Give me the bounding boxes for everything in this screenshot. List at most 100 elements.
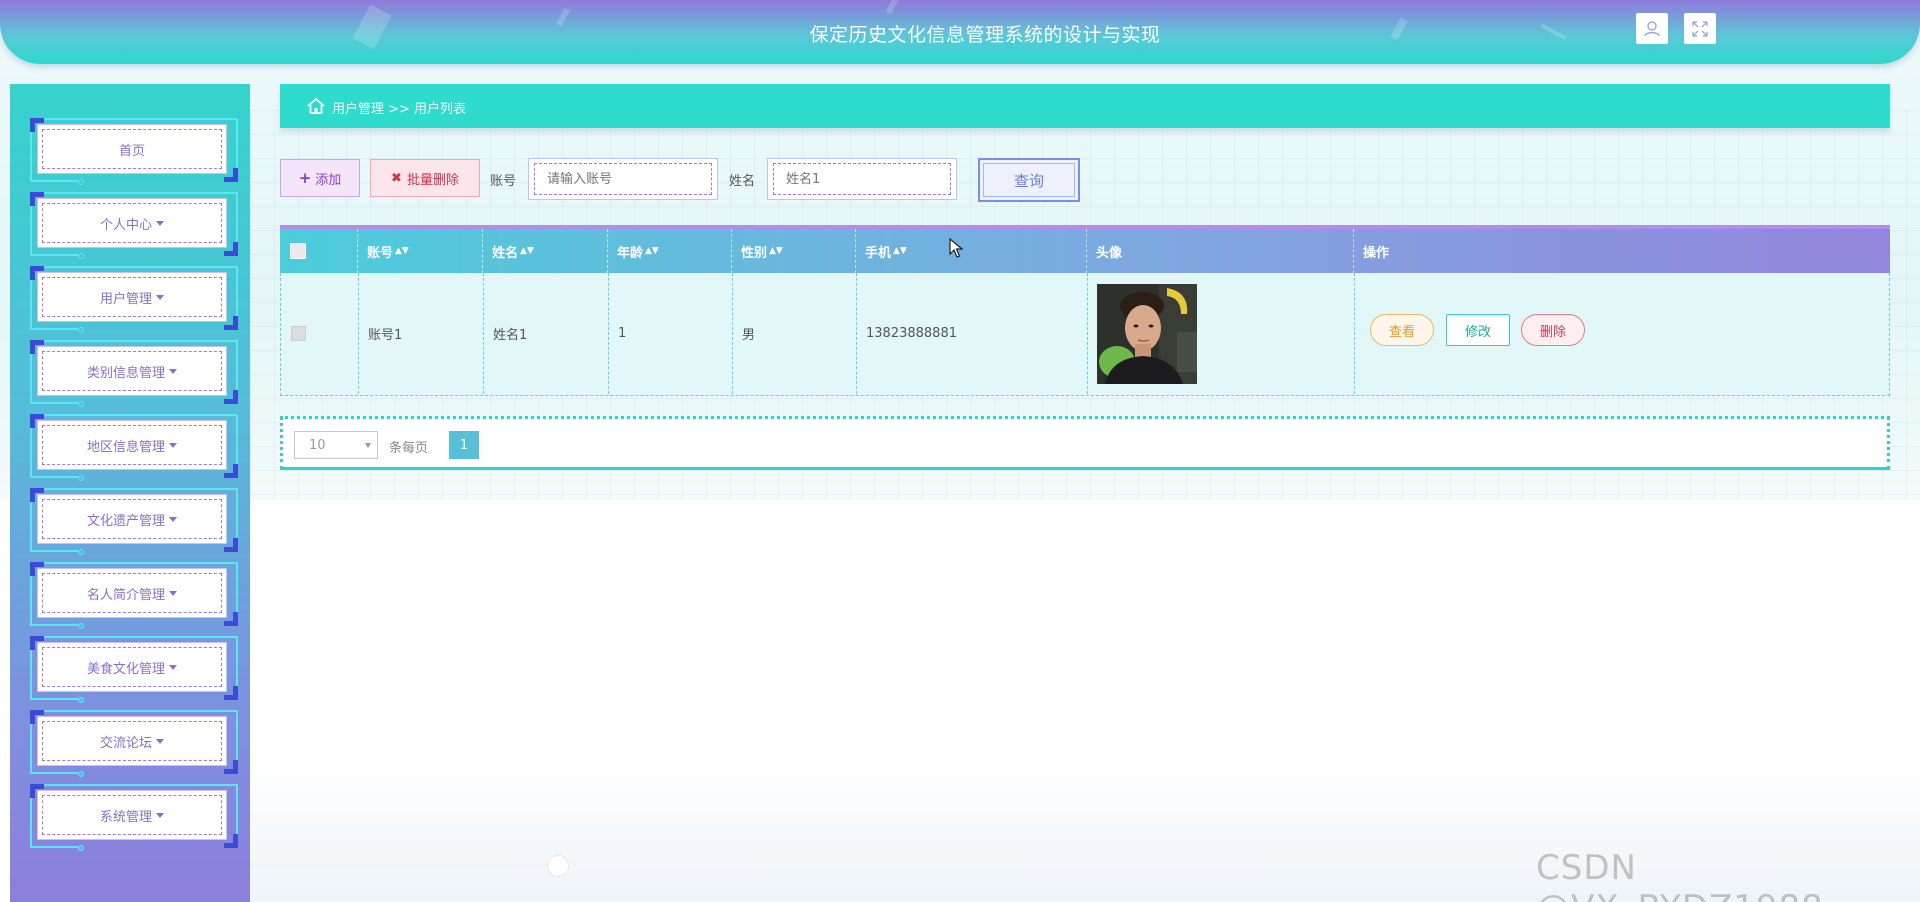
- sidebar-item-label: 用户管理: [99, 291, 152, 307]
- scroll-track[interactable]: [250, 864, 560, 867]
- header-bar: 保定历史文化信息管理系统的设计与实现: [0, 0, 1920, 64]
- caret-down-icon: [169, 368, 177, 374]
- sort-icon: ▲▼: [769, 246, 783, 256]
- name-field: [767, 158, 957, 200]
- sidebar-item-label: 交流论坛: [99, 735, 152, 751]
- cell-gender: 男: [733, 273, 857, 394]
- user-button[interactable]: [1636, 13, 1668, 44]
- batch-delete-button[interactable]: ✖ 批量删除: [370, 159, 480, 197]
- column-name-label: 姓名: [492, 245, 519, 261]
- sidebar-item-system[interactable]: 系统管理: [30, 784, 238, 851]
- sidebar-item-user-management[interactable]: 用户管理: [30, 266, 238, 333]
- close-icon: ✖: [391, 170, 402, 186]
- column-account-label: 账号: [367, 245, 394, 261]
- caret-down-icon: [169, 590, 177, 596]
- sidebar-item-region[interactable]: 地区信息管理: [30, 414, 238, 481]
- page-size-select[interactable]: 10: [294, 431, 378, 459]
- fullscreen-button[interactable]: [1684, 13, 1716, 44]
- query-button[interactable]: 查询: [978, 158, 1080, 202]
- name-label: 姓名: [729, 174, 756, 189]
- add-button[interactable]: + 添加: [280, 159, 360, 197]
- query-button-label: 查询: [1013, 171, 1044, 190]
- sidebar-item-label: 类别信息管理: [86, 365, 165, 381]
- sidebar-item-label: 美食文化管理: [86, 661, 165, 677]
- breadcrumb: 用户管理 >> 用户列表: [280, 84, 1890, 128]
- cell-avatar: [1088, 273, 1355, 394]
- caret-down-icon: [169, 664, 177, 670]
- content-background: [250, 500, 1920, 902]
- sidebar-item-personal-center[interactable]: 个人中心: [30, 192, 238, 259]
- sidebar-item-forum[interactable]: 交流论坛: [30, 710, 238, 777]
- edit-button[interactable]: 修改: [1446, 314, 1510, 346]
- column-phone[interactable]: 手机 ▲▼: [856, 229, 1087, 273]
- sidebar: 首页 个人中心 用户管理 类别信息管理 地区信息管理 文化遗产管理 名人简介管理…: [10, 84, 250, 902]
- sort-icon: ▲▼: [645, 246, 659, 256]
- caret-down-icon: [156, 294, 164, 300]
- caret-down-icon: [156, 812, 164, 818]
- column-actions: 操作: [1354, 229, 1890, 273]
- sidebar-item-label: 文化遗产管理: [86, 513, 165, 529]
- sidebar-item-label: 系统管理: [99, 809, 152, 825]
- chevron-down-icon: [365, 443, 371, 448]
- row-select-cell: [281, 273, 359, 394]
- sort-icon: ▲▼: [395, 246, 409, 256]
- per-page-label: 条每页: [389, 441, 429, 456]
- column-gender-label: 性别: [741, 245, 768, 261]
- page-size-value: 10: [309, 437, 326, 453]
- caret-down-icon: [156, 738, 164, 744]
- batch-delete-label: 批量删除: [406, 172, 459, 188]
- delete-button[interactable]: 删除: [1521, 314, 1585, 346]
- row-checkbox[interactable]: [291, 326, 306, 341]
- pagination: 10 条每页 1: [280, 416, 1890, 470]
- breadcrumb-text: 用户管理 >> 用户列表: [332, 102, 467, 117]
- sidebar-item-heritage[interactable]: 文化遗产管理: [30, 488, 238, 555]
- sort-icon: ▲▼: [520, 246, 534, 256]
- sidebar-item-celebrity[interactable]: 名人简介管理: [30, 562, 238, 629]
- column-actions-label: 操作: [1363, 245, 1390, 261]
- cell-account: 账号1: [359, 273, 484, 394]
- account-label: 账号: [490, 174, 517, 189]
- account-field: [528, 158, 718, 200]
- account-input[interactable]: [534, 163, 712, 195]
- sidebar-item-label: 首页: [118, 143, 145, 159]
- app-title: 保定历史文化信息管理系统的设计与实现: [809, 24, 1161, 46]
- fullscreen-icon: [1692, 20, 1708, 37]
- home-icon: [307, 97, 325, 114]
- column-account[interactable]: 账号 ▲▼: [358, 229, 483, 273]
- page-number-button[interactable]: 1: [449, 431, 479, 459]
- avatar: [1097, 283, 1197, 384]
- sidebar-item-home[interactable]: 首页: [30, 118, 238, 185]
- mouse-cursor-icon: [949, 238, 963, 258]
- caret-down-icon: [169, 442, 177, 448]
- plus-icon: +: [298, 169, 312, 187]
- watermark: CSDN @VX_BYDZ1988: [1536, 848, 1823, 902]
- sidebar-item-food-culture[interactable]: 美食文化管理: [30, 636, 238, 703]
- user-table: 账号 ▲▼ 姓名 ▲▼ 年龄 ▲▼ 性别 ▲▼ 手机 ▲▼ 头像 操作 账号1 姓名1 1…: [280, 225, 1890, 396]
- table-row: 账号1 姓名1 1 男 13823888881 查看 修改 删除: [280, 273, 1890, 396]
- cell-phone: 13823888881: [857, 273, 1088, 394]
- cell-actions: 查看 修改 删除: [1355, 273, 1891, 394]
- column-phone-label: 手机: [865, 245, 892, 261]
- column-age-label: 年龄: [617, 245, 644, 261]
- sidebar-item-category[interactable]: 类别信息管理: [30, 340, 238, 407]
- name-input[interactable]: [773, 163, 951, 195]
- column-gender[interactable]: 性别 ▲▼: [732, 229, 856, 273]
- caret-down-icon: [156, 220, 164, 226]
- column-age[interactable]: 年龄 ▲▼: [608, 229, 732, 273]
- column-avatar-label: 头像: [1096, 245, 1123, 261]
- caret-down-icon: [169, 516, 177, 522]
- sort-icon: ▲▼: [893, 246, 907, 256]
- sidebar-item-label: 名人简介管理: [86, 587, 165, 603]
- select-all-checkbox[interactable]: [290, 243, 306, 259]
- column-avatar: 头像: [1087, 229, 1354, 273]
- add-button-label: 添加: [315, 172, 342, 188]
- column-name[interactable]: 姓名 ▲▼: [483, 229, 608, 273]
- user-icon: [1644, 20, 1660, 36]
- cell-age: 1: [609, 273, 733, 394]
- select-all-cell: [280, 229, 358, 273]
- sidebar-item-label: 地区信息管理: [86, 439, 165, 455]
- sidebar-item-label: 个人中心: [99, 217, 152, 233]
- table-header: 账号 ▲▼ 姓名 ▲▼ 年龄 ▲▼ 性别 ▲▼ 手机 ▲▼ 头像 操作: [280, 225, 1890, 273]
- view-button[interactable]: 查看: [1370, 314, 1434, 346]
- scroll-handle[interactable]: [547, 855, 569, 877]
